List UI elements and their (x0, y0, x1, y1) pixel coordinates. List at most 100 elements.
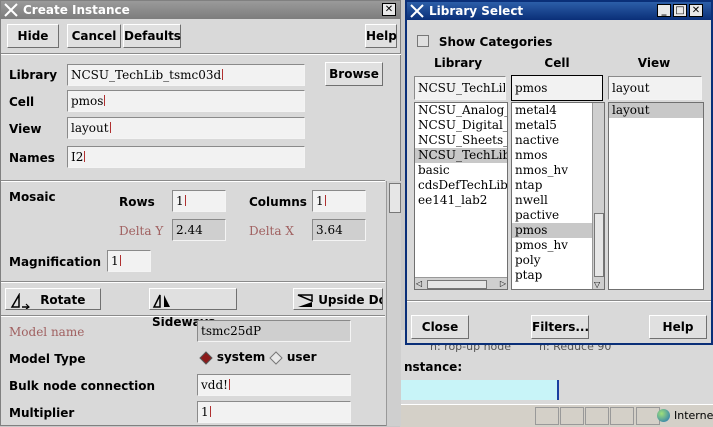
list-item[interactable]: layout (609, 103, 703, 118)
view-field[interactable]: layout (67, 117, 305, 139)
rotate-icon (10, 292, 30, 309)
cell-field[interactable]: pmos (67, 90, 305, 112)
list-item[interactable]: ee141_lab2 (415, 193, 507, 208)
list-item[interactable]: pmos_hv (512, 238, 604, 253)
separator (1, 53, 401, 55)
radio-unselected-icon (269, 350, 283, 365)
model-type-user-radio[interactable]: user (269, 350, 317, 368)
model-name-label: Model name (9, 325, 85, 339)
rotate-label: Rotate (40, 293, 86, 307)
rows-field[interactable]: 1 (172, 190, 226, 212)
view-list[interactable]: layout (608, 102, 704, 290)
multiplier-field[interactable]: 1 (197, 401, 351, 423)
maximize-button[interactable]: □ (673, 4, 687, 17)
view-column-header: View (637, 56, 671, 70)
scroll-right-icon[interactable]: ▷ (500, 279, 506, 288)
list-item[interactable]: ptap (512, 268, 604, 283)
list-item[interactable]: metal5 (512, 118, 604, 133)
radio-selected-icon (199, 350, 213, 365)
list-item[interactable]: nactive (512, 133, 604, 148)
browse-button[interactable]: Browse (325, 62, 383, 86)
magnification-field[interactable]: 1 (107, 250, 151, 272)
create-instance-window: Create Instance ✕ Hide Cancel Defaults H… (0, 0, 401, 426)
show-categories-label: Show Categories (438, 35, 553, 49)
bulk-node-label: Bulk node connection (9, 379, 155, 393)
library-label: Library (9, 68, 58, 82)
defaults-button[interactable]: Defaults (123, 24, 181, 48)
rotate-button[interactable]: Rotate (5, 288, 101, 310)
library-filter-field[interactable]: NCSU_TechLib (414, 76, 506, 100)
library-field[interactable]: NCSU_TechLib_tsmc03d (67, 64, 305, 86)
delta-x-label: Delta X (249, 224, 294, 238)
globe-icon (657, 409, 670, 422)
show-categories-checkbox[interactable]: Show Categories (417, 35, 552, 49)
status-bar: Internet (400, 404, 713, 427)
list-item[interactable]: nmos (512, 148, 604, 163)
library-help-button[interactable]: Help (649, 315, 707, 339)
scroll-left-icon[interactable]: ◁ (416, 279, 422, 288)
library-column-header: Library (433, 56, 483, 70)
separator (1, 281, 385, 283)
create-instance-scrollbar[interactable] (386, 181, 401, 426)
rows-label: Rows (119, 195, 155, 209)
separator (1, 180, 385, 182)
cell-label: Cell (9, 95, 35, 109)
list-item[interactable]: pmos (512, 223, 604, 238)
columns-label: Columns (249, 195, 307, 209)
x-logo-icon (4, 3, 18, 17)
model-type-system-label: system (216, 350, 266, 364)
list-item[interactable]: metal4 (512, 103, 604, 118)
hide-button[interactable]: Hide (7, 24, 59, 48)
model-type-label: Model Type (9, 352, 86, 366)
bulk-node-field[interactable]: vdd! (197, 374, 351, 396)
scroll-down-icon[interactable]: ▽ (594, 280, 600, 289)
scroll-thumb[interactable] (594, 213, 604, 277)
sideways-button[interactable]: Sideways (149, 288, 237, 329)
x-logo-icon (410, 4, 424, 18)
cell-column-header: Cell (544, 56, 570, 70)
list-item[interactable]: NCSU_Digital_I (415, 118, 507, 133)
model-name-field: tsmc25dP (197, 320, 351, 342)
separator (407, 300, 711, 302)
library-select-title: Library Select (429, 4, 524, 18)
list-item[interactable]: nwell (512, 193, 604, 208)
view-filter-field[interactable]: layout (608, 76, 702, 100)
cell-filter-field[interactable]: pmos (511, 75, 603, 101)
list-item[interactable]: pactive (512, 208, 604, 223)
library-hscroll[interactable]: ◁ ▷ (415, 277, 507, 289)
list-item[interactable]: poly (512, 253, 604, 268)
scroll-thumb[interactable] (427, 280, 487, 289)
list-item[interactable]: nmos_hv (512, 163, 604, 178)
list-item[interactable]: cdsDefTechLib (415, 178, 507, 193)
magnification-label: Magnification (9, 255, 102, 269)
library-select-window: Library Select _ □ ✕ Show Categories Lib… (405, 0, 713, 345)
help-button[interactable]: Help (365, 24, 397, 48)
library-select-titlebar: Library Select _ □ ✕ (407, 2, 711, 20)
filters-button[interactable]: Filters... (531, 315, 589, 339)
cell-list[interactable]: metal4 metal5 nactive nmos nmos_hv ntap nwell p… (511, 102, 605, 290)
delta-y-label: Delta Y (119, 224, 164, 238)
mosaic-label: Mosaic (9, 190, 56, 204)
list-item[interactable]: NCSU_TechLib_ (415, 148, 507, 163)
library-list[interactable]: NCSU_Analog_I NCSU_Digital_I NCSU_Sheets_8… (414, 102, 508, 290)
list-item[interactable]: NCSU_Analog_I (415, 103, 507, 118)
columns-field[interactable]: 1 (312, 190, 366, 212)
model-type-system-radio[interactable]: system (199, 350, 265, 368)
list-item[interactable]: basic (415, 163, 507, 178)
close-button[interactable]: ✕ (689, 4, 703, 17)
list-item[interactable]: NCSU_Sheets_8 (415, 133, 507, 148)
list-item[interactable]: ntap (512, 178, 604, 193)
minimize-button[interactable]: _ (657, 4, 671, 17)
create-instance-titlebar: Create Instance ✕ (1, 1, 400, 19)
scroll-thumb[interactable] (389, 183, 401, 213)
cell-vscroll[interactable]: ▽ (592, 103, 604, 289)
close-button[interactable]: ✕ (382, 3, 396, 16)
close-dialog-button[interactable]: Close (411, 315, 469, 339)
view-label: View (9, 122, 42, 136)
names-field[interactable]: I2 (67, 146, 305, 168)
cancel-button[interactable]: Cancel (67, 24, 121, 48)
delta-y-field: 2.44 (172, 219, 226, 241)
model-type-user-label: user (286, 350, 317, 364)
delta-x-field: 3.64 (312, 219, 366, 241)
upside-down-button[interactable]: Upside Dow (293, 288, 383, 310)
